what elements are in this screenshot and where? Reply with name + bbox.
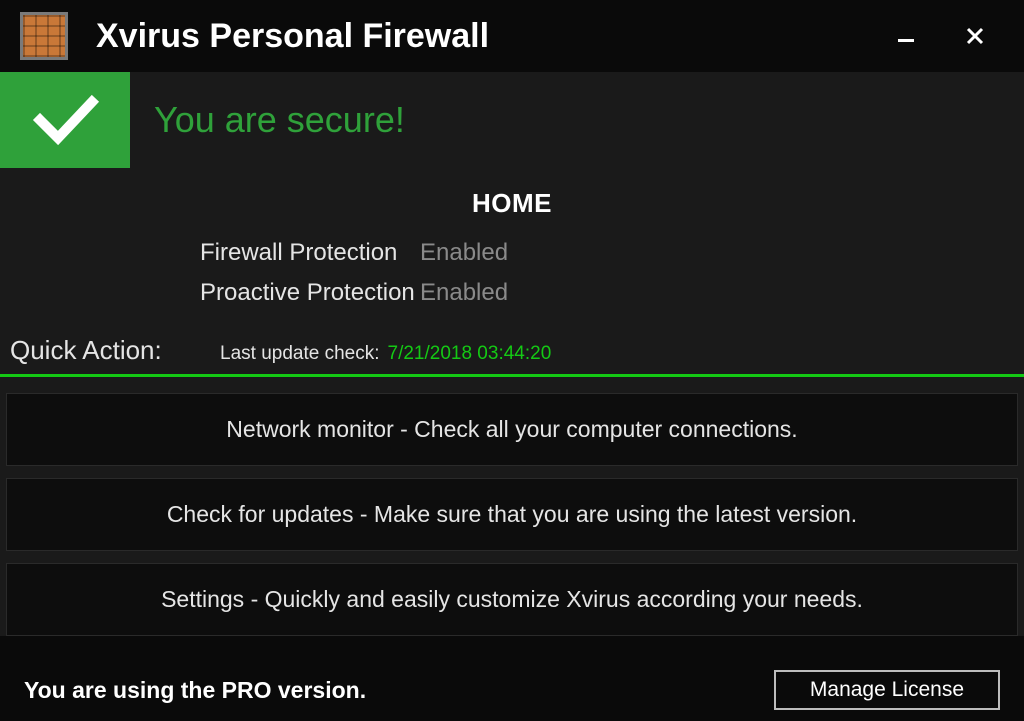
protection-value: Enabled — [420, 239, 508, 267]
bottombar: You are using the PRO version. Manage Li… — [0, 659, 1024, 721]
version-text: You are using the PRO version. — [24, 677, 366, 704]
protection-value: Enabled — [420, 279, 508, 307]
app-title: Xvirus Personal Firewall — [96, 17, 898, 56]
titlebar: Xvirus Personal Firewall — [0, 0, 1024, 72]
window-controls — [898, 27, 1004, 45]
protection-rows: Firewall Protection Enabled Proactive Pr… — [0, 239, 1024, 307]
minimize-button[interactable] — [898, 27, 916, 45]
content-area: HOME Firewall Protection Enabled Proacti… — [0, 168, 1024, 636]
protection-label: Firewall Protection — [0, 239, 420, 267]
firewall-icon — [20, 12, 68, 60]
action-check-updates[interactable]: Check for updates - Make sure that you a… — [6, 478, 1018, 551]
protection-label: Proactive Protection — [0, 279, 420, 307]
action-settings[interactable]: Settings - Quickly and easily customize … — [6, 563, 1018, 636]
quick-action-label: Quick Action: — [10, 335, 220, 366]
action-network-monitor[interactable]: Network monitor - Check all your compute… — [6, 393, 1018, 466]
home-heading: HOME — [0, 188, 1024, 219]
action-list: Network monitor - Check all your compute… — [0, 393, 1024, 636]
status-band: You are secure! — [0, 72, 1024, 168]
status-message: You are secure! — [154, 99, 405, 141]
manage-license-button[interactable]: Manage License — [774, 670, 1000, 710]
last-update-label: Last update check: — [220, 343, 380, 365]
status-check-icon — [0, 72, 130, 168]
protection-row-firewall: Firewall Protection Enabled — [0, 239, 1024, 267]
last-update-value: 7/21/2018 03:44:20 — [388, 343, 552, 365]
close-button[interactable] — [966, 27, 984, 45]
protection-row-proactive: Proactive Protection Enabled — [0, 279, 1024, 307]
quick-action-row: Quick Action: Last update check: 7/21/20… — [0, 335, 1024, 377]
